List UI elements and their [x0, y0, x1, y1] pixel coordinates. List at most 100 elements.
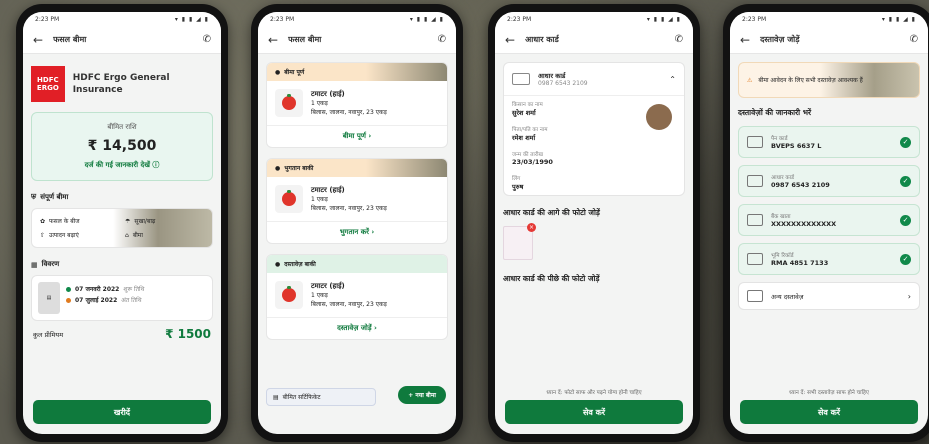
note-text: ध्यान दें: सभी दस्तावेज़ साफ होने चाहिए: [789, 390, 869, 396]
screen-aadhaar: 2:23 PM ▾ ▮ ▮ ◢ ▮ ← आधार कार्ड ✆ आधार का…: [495, 12, 693, 434]
save-button[interactable]: सेव करें: [740, 400, 918, 424]
screen-documents: 2:23 PM ▾ ▮ ▮ ◢ ▮ ← दस्तावेज़ जोड़ें ✆ ⚠…: [730, 12, 928, 434]
front-photo-thumbnail[interactable]: ×: [503, 223, 536, 260]
status-icons: ▾ ▮ ▮ ◢ ▮: [646, 15, 681, 23]
end-dot-icon: [66, 297, 71, 303]
page-title: फसल बीमा: [288, 35, 322, 44]
screen-crop-list: 2:23 PM ▾ ▮ ▮ ◢ ▮ ← फसल बीमा ✆ ● बीमा पूर…: [258, 12, 456, 434]
other-document-item[interactable]: अन्य दस्तावेज़ ›: [738, 282, 920, 310]
app-bar: ← फसल बीमा ✆: [258, 26, 456, 54]
document-icon: [747, 290, 763, 302]
status-time: 2:23 PM: [270, 15, 295, 23]
crop-name: टमाटर (हाई): [311, 281, 345, 290]
check-icon: ✓: [900, 175, 911, 187]
info-banner: ⚠ बीमा आवेदन के लिए सभी दस्तावेज़ आवश्यक…: [738, 62, 920, 98]
certificate-row[interactable]: ▤ बीमित सर्टिफिकेट: [266, 388, 376, 406]
status-icon: ●: [275, 68, 281, 76]
app-bar: ← फसल बीमा ✆: [23, 26, 221, 54]
document-item[interactable]: आधार कार्ड 0987 6543 2109 ✓: [738, 165, 920, 197]
save-button[interactable]: सेव करें: [505, 400, 683, 424]
seed-icon: ✿: [40, 217, 46, 225]
crop-location: बिलास, जालना, नवापुर, 23 एकड़: [311, 108, 387, 116]
benefits-grid: ✿ फसल के बीज ☂ सूखा/बाढ़ ⇧ उत्पादन बढ़ाएं ⌂…: [31, 208, 213, 248]
document-item[interactable]: बैंक खाता XXXXXXXXXXXXX ✓: [738, 204, 920, 236]
document-item[interactable]: पैन कार्ड BVEPS 6637 L ✓: [738, 126, 920, 158]
sum-insured-card: बीमित राशि ₹ 14,500 दर्ज की गई जानकारी द…: [31, 112, 213, 181]
phone-3: 2:23 PM ▾ ▮ ▮ ◢ ▮ ← आधार कार्ड ✆ आधार का…: [488, 4, 700, 442]
phone-1: 2:23 PM ▾ ▮ ▮ ◢ ▮ ← फसल बीमा ✆ HDFC ERGO…: [16, 4, 228, 442]
crop-card[interactable]: ● भुगतान बाकी टमाटर (हाई) 1 एकड़ बिलास, ज…: [266, 158, 448, 244]
start-dot-icon: [66, 286, 71, 292]
call-icon[interactable]: ✆: [675, 34, 683, 45]
call-icon[interactable]: ✆: [438, 34, 446, 45]
chevron-up-icon[interactable]: ⌃: [669, 75, 676, 84]
crop-location: बिलास, जालना, नवापुर, 23 एकड़: [311, 204, 387, 212]
crop-location: बिलास, जालना, नवापुर, 23 एकड़: [311, 300, 387, 308]
status-time: 2:23 PM: [35, 15, 60, 23]
card-number: 0987 6543 2109: [538, 80, 588, 87]
call-icon[interactable]: ✆: [910, 34, 918, 45]
crop-card[interactable]: ● बीमा पूर्ण टमाटर (हाई) 1 एकड़ बिलास, जा…: [266, 62, 448, 148]
coverage-title: संपूर्ण बीमा: [40, 193, 69, 201]
app-bar: ← दस्तावेज़ जोड़ें ✆: [730, 26, 928, 54]
aadhaar-card: आधार कार्ड 0987 6543 2109 ⌃ किसान का नाम…: [503, 62, 685, 196]
back-arrow-icon[interactable]: ←: [740, 33, 750, 47]
timeline-row: 07 जनवरी 2022 शुरू तिथि: [66, 285, 144, 293]
benefit-item: ✿ फसल के बीज: [40, 217, 80, 226]
status-icons: ▾ ▮ ▮ ◢ ▮: [409, 15, 444, 23]
field-row: जन्म की तारीख 23/03/1990: [512, 152, 553, 166]
crop-status-banner: ● दस्तावेज़ बाकी: [267, 255, 447, 273]
new-insurance-button[interactable]: + नया बीमा: [398, 386, 446, 404]
crop-status-banner: ● बीमा पूर्ण: [267, 63, 447, 81]
page-title: दस्तावेज़ जोड़ें: [760, 35, 800, 44]
status-time: 2:23 PM: [742, 15, 767, 23]
benefit-item: ☂ सूखा/बाढ़: [125, 217, 156, 226]
status-icons: ▾ ▮ ▮ ◢ ▮: [881, 15, 916, 23]
pan-card-icon: [747, 136, 763, 148]
back-arrow-icon[interactable]: ←: [33, 33, 43, 47]
crop-area: 1 एकड़: [311, 291, 328, 299]
land-record-icon: [747, 253, 763, 265]
benefit-item: ⇧ उत्पादन बढ़ाएं: [40, 231, 79, 240]
shield-icon: ⛨: [31, 193, 37, 201]
benefit-item: ⌂ बीमा: [125, 231, 143, 240]
back-arrow-icon[interactable]: ←: [268, 33, 278, 47]
id-card-icon: [747, 175, 763, 187]
back-arrow-icon[interactable]: ←: [505, 33, 515, 47]
call-icon[interactable]: ✆: [203, 34, 211, 45]
crop-status-banner: ● भुगतान बाकी: [267, 159, 447, 177]
aadhaar-header[interactable]: आधार कार्ड 0987 6543 2109 ⌃: [504, 63, 684, 96]
certificate-icon: ▤: [273, 393, 279, 401]
check-icon: ✓: [900, 253, 911, 265]
bank-icon: [747, 214, 763, 226]
timeline-row: 07 जुलाई 2022 अंत तिथि: [66, 296, 144, 304]
insurer-name: HDFC Ergo General Insurance: [72, 73, 170, 95]
page-title: फसल बीमा: [53, 35, 87, 44]
tomato-icon: [275, 185, 303, 213]
total-amount: ₹ 1500: [165, 327, 211, 341]
buy-button[interactable]: खरीदें: [33, 400, 211, 424]
note-text: ध्यान दें: फोटो साफ और पढ़ने योग्य होनी …: [546, 390, 642, 396]
crop-action-link[interactable]: बीमा पूर्ण ›: [267, 125, 447, 147]
remove-icon[interactable]: ×: [527, 223, 536, 232]
sum-insured-amount: ₹ 14,500: [87, 138, 157, 154]
tomato-icon: [275, 281, 303, 309]
crop-area: 1 एकड़: [311, 99, 328, 107]
sum-insured-label: बीमित राशि: [107, 123, 137, 131]
crop-action-link[interactable]: भुगतान करें ›: [267, 221, 447, 243]
crop-card[interactable]: ● दस्तावेज़ बाकी टमाटर (हाई) 1 एकड़ बिलास…: [266, 254, 448, 340]
screen-policy-details: 2:23 PM ▾ ▮ ▮ ◢ ▮ ← फसल बीमा ✆ HDFC ERGO…: [23, 12, 221, 434]
tomato-icon: [275, 89, 303, 117]
view-details-link[interactable]: दर्ज की गई जानकारी देखें ⓘ: [42, 160, 202, 170]
timeline-card: ▤ 07 जनवरी 2022 शुरू तिथि 07 जुलाई 2022 …: [31, 275, 213, 321]
policy-doc-thumbnail: ▤: [38, 282, 60, 314]
id-card-icon: [512, 73, 530, 85]
page-title: आधार कार्ड: [525, 35, 559, 44]
crop-action-link[interactable]: दस्तावेज़ जोड़ें ›: [267, 317, 447, 339]
status-icon: ●: [275, 164, 281, 172]
timeline-title: विवरण: [41, 260, 60, 268]
farmer-photo: [646, 104, 672, 130]
app-bar: ← आधार कार्ड ✆: [495, 26, 693, 54]
document-item[interactable]: भूमि रिकॉर्ड RMA 4851 7133 ✓: [738, 243, 920, 275]
check-icon: ✓: [900, 136, 911, 148]
